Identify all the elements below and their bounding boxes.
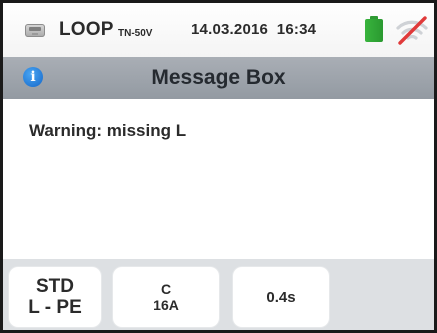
- standard-line1: STD: [36, 276, 74, 297]
- battery-icon: [365, 16, 383, 42]
- parameter-bar: STD L - PE C 16A 0.4s: [3, 259, 434, 330]
- standard-line2: L - PE: [28, 297, 82, 318]
- fuse-rating: 16A: [153, 297, 179, 313]
- function-name: LOOP: [59, 19, 114, 40]
- page-title: Message Box: [151, 66, 286, 89]
- instrument-screen: LOOP TN-50V 14.03.2016 16:34 i Message B…: [0, 0, 437, 333]
- meter-icon: [25, 24, 45, 37]
- message-area: Warning: missing L: [3, 99, 434, 259]
- status-bar: LOOP TN-50V 14.03.2016 16:34: [3, 3, 434, 57]
- date-time: 14.03.2016 16:34: [191, 21, 317, 38]
- message-text: Warning: missing L: [29, 121, 187, 140]
- function-subtitle: TN-50V: [118, 28, 153, 39]
- title-bar: i Message Box: [3, 57, 434, 99]
- fuse-type: C: [160, 281, 172, 297]
- wifi-off-icon: [396, 16, 428, 45]
- trip-time: 0.4s: [266, 288, 296, 306]
- standard-parameter-button[interactable]: STD L - PE: [9, 267, 101, 327]
- trip-time-parameter-button[interactable]: 0.4s: [233, 267, 329, 327]
- fuse-parameter-button[interactable]: C 16A: [113, 267, 219, 327]
